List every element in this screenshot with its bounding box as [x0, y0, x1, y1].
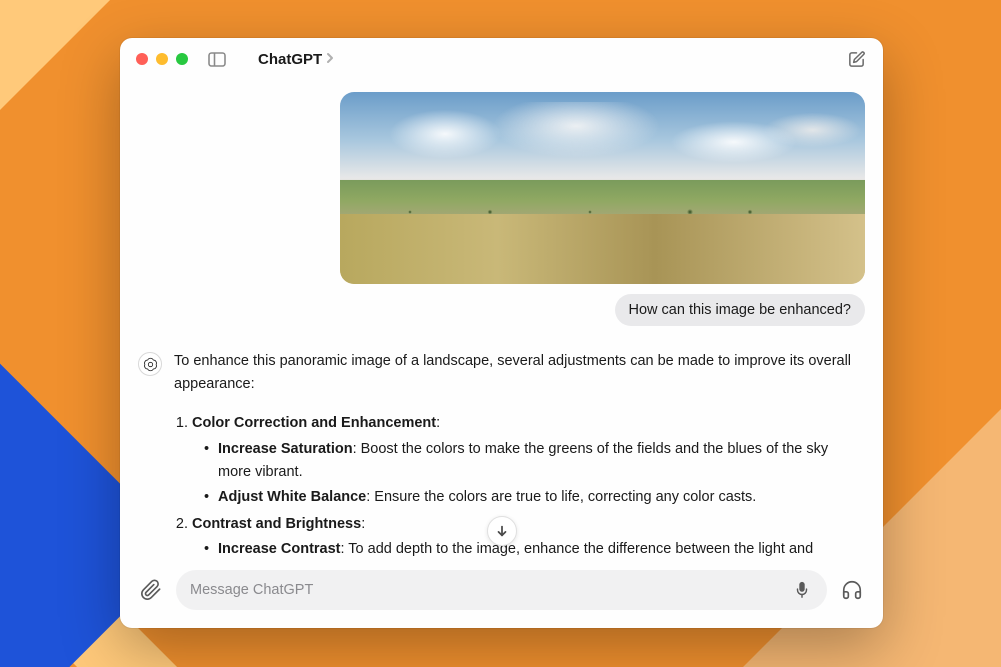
- app-window: ChatGPT How can this image be: [120, 38, 883, 628]
- title-text: ChatGPT: [258, 51, 322, 68]
- scroll-to-bottom-button[interactable]: [487, 516, 517, 546]
- chevron-right-icon: [326, 51, 334, 68]
- bullet-text: : Ensure the colors are true to life, co…: [366, 489, 756, 505]
- user-message-block: How can this image be enhanced?: [138, 92, 865, 326]
- bullet-title: Adjust White Balance: [218, 489, 366, 505]
- bullet-item: Increase Contrast: To add depth to the i…: [204, 538, 857, 558]
- list-item-title: Contrast and Brightness: [192, 516, 361, 532]
- bullet-title: Increase Contrast: [218, 541, 341, 557]
- maximize-button[interactable]: [176, 53, 188, 65]
- headphones-button[interactable]: [839, 577, 865, 603]
- message-input[interactable]: [190, 582, 791, 598]
- close-button[interactable]: [136, 53, 148, 65]
- bullet-item: Adjust White Balance: Ensure the colors …: [204, 486, 857, 509]
- bullet-title: Increase Saturation: [218, 441, 353, 457]
- user-message-bubble: How can this image be enhanced?: [615, 294, 865, 326]
- bullet-item: Increase Saturation: Boost the colors to…: [204, 438, 857, 484]
- voice-input-button[interactable]: [791, 579, 813, 601]
- minimize-button[interactable]: [156, 53, 168, 65]
- chat-scroll[interactable]: How can this image be enhanced? To enhan…: [138, 92, 865, 558]
- compose-button[interactable]: [845, 48, 867, 70]
- list-item-title: Color Correction and Enhancement: [192, 415, 436, 431]
- input-bar: [120, 558, 883, 628]
- message-input-container: [176, 570, 827, 610]
- chat-area: How can this image be enhanced? To enhan…: [120, 80, 883, 558]
- bullet-text: : To add depth to the image, enhance the…: [341, 541, 814, 557]
- assistant-message-content: To enhance this panoramic image of a lan…: [174, 350, 865, 558]
- attach-button[interactable]: [138, 577, 164, 603]
- traffic-lights: [136, 53, 188, 65]
- user-attached-image[interactable]: [340, 92, 865, 284]
- assistant-intro-text: To enhance this panoramic image of a lan…: [174, 350, 857, 396]
- user-message-text: How can this image be enhanced?: [629, 302, 851, 318]
- sidebar-toggle-button[interactable]: [206, 50, 228, 68]
- assistant-avatar-icon: [138, 352, 162, 376]
- window-title[interactable]: ChatGPT: [258, 51, 334, 68]
- titlebar: ChatGPT: [120, 38, 883, 80]
- list-item: Contrast and Brightness: Increase Contra…: [192, 513, 857, 558]
- list-item: Color Correction and Enhancement: Increa…: [192, 412, 857, 509]
